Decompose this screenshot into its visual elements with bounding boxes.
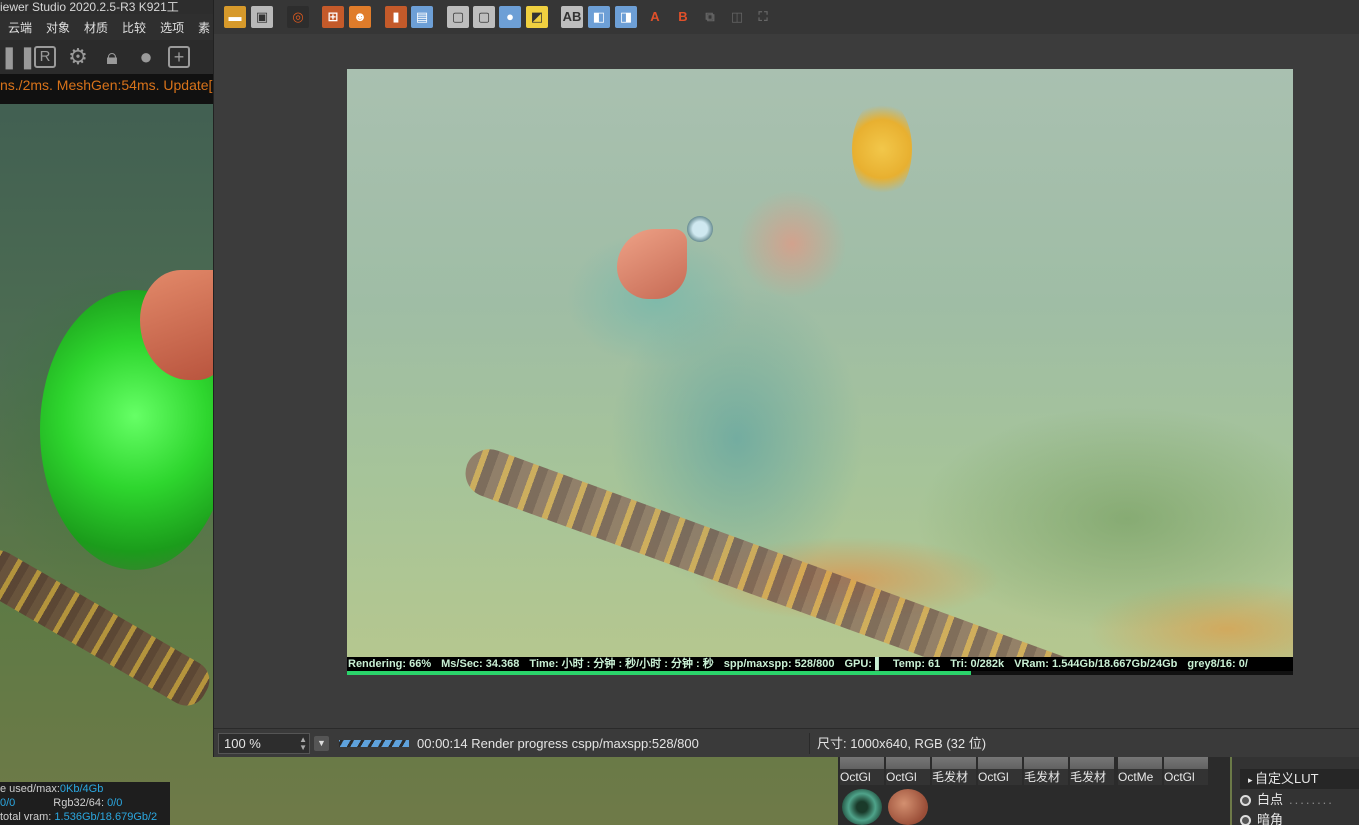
zoom-value: 100 % — [224, 736, 261, 751]
split-left-icon[interactable]: ◧ — [588, 6, 610, 28]
render-timing-readout: ns./2ms. MeshGen:54ms. Update[C — [0, 74, 225, 104]
custom-lut-label: 自定义LUT — [1255, 771, 1319, 786]
material-label: OctGl — [840, 769, 884, 785]
material-label: 毛发材 — [932, 769, 976, 785]
store-b-button[interactable]: B — [672, 6, 694, 28]
material-strip: OctGl OctGl 毛发材 OctGl 毛发材 毛发材 OctMe OctG… — [838, 757, 1230, 825]
menu-objects[interactable]: 对象 — [46, 19, 70, 36]
caret-right-icon: ▸ — [1248, 775, 1256, 785]
picture-viewer-toolbar: ▬ ▣ ◎ ⊞ ☻ ▮ ▤ ▢ ▢ ● ◩ AB ◧ ◨ A B ⧉ ◫ ⛶ — [214, 0, 1359, 34]
stats-label-1: e used/max: — [0, 783, 60, 795]
material-item[interactable]: 毛发材 — [932, 757, 976, 785]
stats-label-2: Rgb32/64: — [53, 797, 105, 809]
radio-button[interactable] — [1240, 794, 1251, 806]
add-icon[interactable]: + — [168, 46, 190, 68]
compare-split-icon: ◫ — [730, 9, 744, 24]
material-item[interactable]: OctGl — [840, 757, 884, 785]
menu-materials[interactable]: 材质 — [84, 19, 108, 36]
material-item[interactable]: OctGl — [1164, 757, 1208, 785]
open-folder-icon[interactable]: ▬ — [224, 6, 246, 28]
viewport-toolbar: ❚❚ R ⚙ 🔒︎ ● + — [0, 40, 225, 74]
menu-compare[interactable]: 比较 — [122, 19, 146, 36]
material-label: OctGl — [1164, 769, 1208, 785]
chevron-down-icon[interactable]: ▼ — [314, 736, 329, 751]
rendered-image[interactable] — [347, 69, 1293, 657]
branch — [458, 442, 1096, 657]
zoom-input[interactable]: 100 % ▲ ▼ — [218, 733, 310, 754]
yellow-flower — [852, 99, 912, 199]
swap-icon: ⧉ — [705, 9, 715, 24]
creature-crest — [737, 189, 847, 299]
menu-extra[interactable]: 素 — [198, 19, 210, 36]
alpha-icon[interactable]: ◩ — [526, 6, 548, 28]
material-item[interactable]: 毛发材 — [1024, 757, 1068, 785]
option-white-point[interactable]: 白点........ — [1240, 791, 1359, 809]
menu-options[interactable]: 选项 — [160, 19, 184, 36]
material-label: 毛发材 — [1024, 769, 1068, 785]
window-title: iewer Studio 2020.2.5-R3 K921工 — [0, 0, 225, 14]
option-label: 白点 — [1257, 792, 1284, 807]
custom-lut-row[interactable]: ▸ 自定义LUT — [1240, 769, 1359, 789]
material-item[interactable]: OctMe — [1118, 757, 1162, 785]
save-icon[interactable]: ▣ — [251, 6, 273, 28]
sphere-icon[interactable]: ● — [134, 45, 158, 69]
render-progress-fill — [347, 671, 972, 675]
store-a-button[interactable]: A — [644, 6, 666, 28]
image-size-info: 尺寸: 1000x640, RGB (32 位) — [817, 736, 987, 751]
material-item[interactable]: OctGl — [886, 757, 930, 785]
gear-icon[interactable]: ⚙ — [66, 45, 90, 69]
history-icon[interactable]: ▮ — [385, 6, 407, 28]
picture-viewer-statusbar: 100 % ▲ ▼ ▼ 00:00:14 Render progress cspp… — [214, 728, 1359, 757]
fit-icon: ⛶ — [758, 9, 768, 24]
split-right-icon[interactable]: ◨ — [615, 6, 637, 28]
material-label: OctGl — [886, 769, 930, 785]
stats-value-1: 0Kb/4Gb — [59, 783, 104, 795]
stats-value-2a: 0/0 — [0, 797, 16, 809]
rgb-icon[interactable]: ● — [499, 6, 521, 28]
person-icon[interactable]: ☻ — [349, 6, 371, 28]
stats-value-2: 0/0 — [107, 797, 123, 809]
creature-beak — [617, 229, 687, 299]
render-region-icon[interactable]: ⊞ — [322, 6, 344, 28]
material-thumbnail[interactable] — [888, 789, 928, 825]
memory-stats: e used/max:0Kb/4Gb 0/0 Rgb32/64: 0/0 tota… — [0, 782, 170, 825]
picture-viewer-window: ▬ ▣ ◎ ⊞ ☻ ▮ ▤ ▢ ▢ ● ◩ AB ◧ ◨ A B ⧉ ◫ ⛶ R… — [213, 0, 1359, 757]
material-label: 毛发材 — [1070, 769, 1114, 785]
side-panel: ▸ 自定义LUT 白点........ 暗角 — [1232, 757, 1359, 825]
material-label: OctGl — [978, 769, 1022, 785]
render-progress-text: 00:00:14 Render progress cspp/maxspp:528… — [417, 736, 699, 751]
material-label: OctMe — [1118, 769, 1162, 785]
lock-icon[interactable]: 🔒︎ — [100, 45, 124, 69]
dot-leader: ........ — [1289, 792, 1334, 807]
divider — [809, 733, 810, 754]
stats-label-3: total vram: — [0, 811, 52, 823]
menu-cloud[interactable]: 云端 — [8, 19, 32, 36]
material-item[interactable]: OctGl — [978, 757, 1022, 785]
render-icon[interactable]: ◎ — [287, 6, 309, 28]
stats-value-3: 1.536Gb/18.679Gb/2 — [54, 811, 158, 823]
material-thumbnail[interactable] — [842, 789, 882, 825]
activity-indicator — [339, 740, 409, 747]
material-item[interactable]: 毛发材 — [1070, 757, 1114, 785]
compare-icon[interactable]: AB — [561, 6, 583, 28]
render-progress-bar — [347, 671, 1293, 675]
spinner-icon[interactable]: ▲ ▼ — [299, 736, 307, 752]
pause-icon[interactable]: ❚❚ — [0, 45, 37, 69]
channel-view-icon[interactable]: ▢ — [473, 6, 495, 28]
snapshot-icon[interactable]: ▤ — [411, 6, 433, 28]
restart-icon[interactable]: R — [34, 46, 56, 68]
creature-eye — [687, 216, 713, 242]
stereo-view-icon[interactable]: ▢ — [447, 6, 469, 28]
menu-bar: 云端 对象 材质 比较 选项 素 — [0, 14, 225, 40]
option-vignette[interactable]: 暗角 — [1240, 811, 1359, 825]
option-label: 暗角 — [1257, 812, 1284, 825]
radio-button[interactable] — [1240, 814, 1251, 825]
